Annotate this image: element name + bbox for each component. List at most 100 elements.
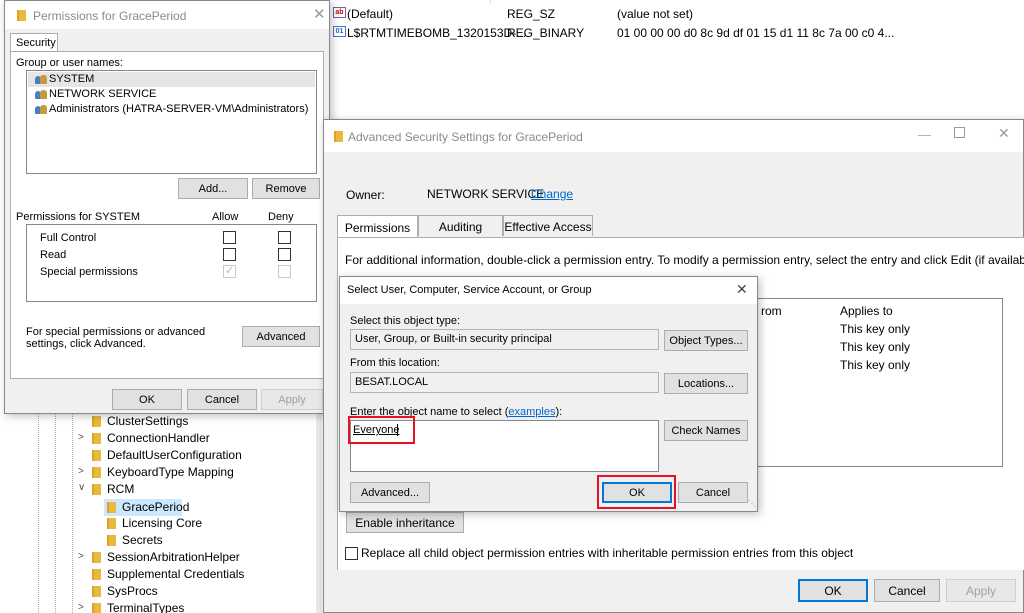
close-icon[interactable]: ✕ [998,125,1010,142]
folder-icon [17,10,26,21]
advanced-note: For special permissions or advanced sett… [26,326,206,350]
users-icon [35,89,47,100]
folder-icon [92,586,101,597]
add-button[interactable]: Add... [178,178,248,199]
resize-grip-icon[interactable]: ⋱ [748,499,756,508]
perm-full-control: Full Control [40,232,97,244]
tab-permissions[interactable]: Permissions [337,215,418,238]
chevron-right-icon[interactable]: > [78,602,84,613]
folder-icon [92,450,101,461]
info-text: For additional information, double-click… [345,253,1024,267]
check-names-button[interactable]: Check Names [664,420,748,441]
column-divider [490,0,491,4]
allow-read-checkbox[interactable] [223,248,236,261]
locations-button[interactable]: Locations... [664,373,748,394]
location-label: From this location: [350,357,440,369]
tab-auditing[interactable]: Auditing [418,215,503,236]
tree-guide [72,410,73,613]
chevron-down-icon[interactable]: ∨ [78,482,85,493]
value-type: REG_BINARY [507,26,585,40]
replace-child-permissions-checkbox[interactable] [345,547,358,560]
advanced-button[interactable]: Advanced... [350,482,430,503]
perm-read: Read [40,249,67,261]
minimize-icon[interactable]: — [918,127,931,142]
folder-icon [92,569,101,580]
advanced-button[interactable]: Advanced [242,326,320,347]
tab-security[interactable]: Security [10,33,58,52]
value-name[interactable]: L$RTMTIMEBOMB_1320153D-... [347,26,526,40]
deny-read-checkbox[interactable] [278,248,291,261]
list-item[interactable]: SYSTEM [49,73,94,85]
apply-button: Apply [261,389,323,410]
value-data: (value not set) [617,7,694,21]
folder-icon [107,535,116,546]
tree-scrollbar[interactable] [316,410,322,613]
string-value-icon: ab [333,7,346,18]
object-type-label: Select this object type: [350,315,461,327]
close-icon[interactable]: ✕ [736,281,748,298]
allow-full-control-checkbox[interactable] [223,231,236,244]
binary-value-icon: 01 [333,26,346,37]
users-icon [35,104,47,115]
folder-icon [92,433,101,444]
cancel-button[interactable]: Cancel [187,389,257,410]
deny-special-checkbox [278,265,291,278]
tree-guide [55,410,56,613]
examples-link[interactable]: examples [508,406,555,418]
change-owner-link[interactable]: Change [531,187,573,201]
folder-icon [92,603,101,613]
close-icon[interactable]: ✕ [313,5,326,23]
allow-special-checkbox [223,264,236,278]
ok-button[interactable]: OK [798,579,868,602]
title-bar: Permissions for GracePeriod ✕ [5,1,329,29]
location-field: BESAT.LOCAL [350,372,659,393]
security-panel: Group or user names: SYSTEM NETWORK SERV… [10,51,324,379]
group-label: Group or user names: [16,57,123,69]
column-header-inherited-from[interactable]: rom [761,304,782,318]
value-data: 01 00 00 00 d0 8c 9d df 01 15 d1 11 8c 7… [617,26,895,40]
title-bar: Advanced Security Settings for GracePeri… [324,120,1023,152]
replace-child-permissions-label: Replace all child object permission entr… [361,546,854,560]
object-types-button[interactable]: Object Types... [664,330,748,351]
registry-tree: ClusterSettings > ConnectionHandler Defau… [0,410,322,613]
dialog-title: Advanced Security Settings for GracePeri… [348,130,583,144]
ok-button[interactable]: OK [112,389,182,410]
applies-to-cell: This key only [840,340,911,354]
folder-icon [92,552,101,563]
permissions-dialog: Permissions for GracePeriod ✕ Security G… [4,0,330,414]
chevron-right-icon[interactable]: > [78,466,84,477]
value-type: REG_SZ [507,7,556,21]
list-item[interactable]: NETWORK SERVICE [49,88,156,100]
dialog-title: Permissions for GracePeriod [33,9,187,23]
value-name[interactable]: (Default) [347,7,393,21]
object-type-field: User, Group, or Built-in security princi… [350,329,659,350]
column-header-applies-to[interactable]: Applies to [840,304,893,318]
apply-button: Apply [946,579,1016,602]
perm-special: Special permissions [40,266,138,278]
allow-header: Allow [212,211,239,223]
deny-full-control-checkbox[interactable] [278,231,291,244]
cancel-button[interactable]: Cancel [874,579,940,602]
folder-icon [92,416,101,427]
list-item[interactable]: Administrators (HATRA-SERVER-VM\Administ… [49,103,308,115]
tree-item-selected[interactable]: GracePeriod [104,499,189,516]
enable-inheritance-button[interactable]: Enable inheritance [346,512,464,533]
remove-button[interactable]: Remove [252,178,320,199]
chevron-right-icon[interactable]: > [78,551,84,562]
cancel-button[interactable]: Cancel [678,482,748,503]
folder-icon [92,484,101,495]
folder-icon [107,518,116,529]
title-bar: Select User, Computer, Service Account, … [340,277,757,304]
chevron-right-icon[interactable]: > [78,432,84,443]
folder-icon [92,467,101,478]
tab-effective-access[interactable]: Effective Access [503,215,593,236]
highlight-object-name [348,416,415,444]
applies-to-cell: This key only [840,358,911,372]
highlight-ok-button [597,475,676,509]
maximize-icon[interactable] [954,127,965,138]
permissions-header: Permissions for SYSTEM [16,211,141,223]
deny-header: Deny [268,211,294,223]
owner-value: NETWORK SERVICE [427,187,545,201]
user-list[interactable]: SYSTEM NETWORK SERVICE Administrators (H… [26,70,317,174]
permission-entries-list[interactable]: rom Applies to This key only This key on… [728,298,1003,467]
